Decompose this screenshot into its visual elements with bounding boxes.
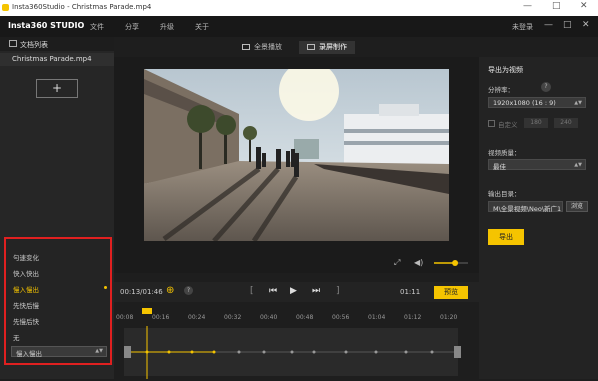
export-panel: 导出为视频 分辨率： ? 1920x1080 (16 : 9) ▲▼ 自定义 1… [479,57,598,379]
resolution-select[interactable]: 1920x1080 (16 : 9) ▲▼ [488,97,586,108]
app-brand: Insta360 STUDIO [8,21,85,30]
quality-value: 最佳 [493,163,506,171]
menu-file[interactable]: 文件 [90,22,104,32]
app-maximize-button[interactable]: □ [563,20,572,30]
export-button[interactable]: 导出 [488,229,524,245]
keyframe-track [124,324,461,379]
menu-upgrade[interactable]: 升级 [160,22,174,32]
menu-bar: Insta360 STUDIO 文件 分享 升级 关于 未登录 — □ ✕ [0,16,598,37]
mode-bar: 全景播放 录屏制作 [114,37,479,57]
ruler-tick: 00:56 [332,314,350,321]
resolution-label: 分辨率： [488,86,514,94]
play-icon[interactable]: ▶ [290,286,297,296]
ruler-tick: 00:24 [188,314,206,321]
video-frame-image [144,69,449,241]
select-arrow-icon: ▲▼ [574,100,582,106]
browse-button[interactable]: 浏览 [566,201,588,212]
ruler-tick: 01:20 [440,314,458,321]
transition-option[interactable]: 快入快出 [13,268,39,278]
selected-indicator-icon [104,286,107,289]
custom-width-input[interactable]: 180 [524,118,548,128]
file-list-title: 文档列表 [20,41,48,49]
mode-panorama-tab[interactable]: 全景播放 [242,41,282,54]
keyframe-target-icon[interactable]: ⊕ [166,285,174,296]
quality-select[interactable]: 最佳 ▲▼ [488,159,586,171]
timeline-track[interactable] [114,324,479,379]
bracket-right-icon[interactable]: ] [336,286,340,296]
close-button[interactable]: ✕ [580,1,588,11]
select-arrow-icon: ▲▼ [574,162,582,168]
view-controls: ⤢ ◀) [114,253,479,273]
window-title-bar: Insta360Studio - Christmas Parade.mp4 — … [0,0,598,16]
custom-height-input[interactable]: 240 [554,118,578,128]
output-dir-value: M\全景视频\Neo\新广1 [493,205,562,213]
resolution-help-icon[interactable]: ? [541,82,551,92]
maximize-button[interactable]: □ [552,1,561,11]
mode-export-label: 录屏制作 [319,43,347,51]
playhead-marker-icon[interactable] [142,308,152,314]
output-dir-label: 输出目录： [488,190,521,198]
ruler-tick: 00:16 [152,314,170,321]
video-preview[interactable] [144,69,449,241]
app-icon [2,4,9,11]
transition-option-selected[interactable]: 慢入慢出 [13,284,39,294]
transition-menu: 勻速变化 快入快出 慢入慢出 先快后慢 先慢后快 无 慢入慢出 ▲▼ [4,237,112,365]
select-arrow-icon: ▲▼ [95,348,103,354]
custom-checkbox[interactable] [488,120,495,127]
window-title: Insta360Studio - Christmas Parade.mp4 [12,3,152,11]
transition-option[interactable]: 先快后慢 [13,300,39,310]
track-start-handle[interactable] [124,346,131,358]
ruler-tick: 01:04 [368,314,386,321]
file-item[interactable]: Christmas Parade.mp4 [0,53,114,66]
file-list-header: 文档列表 [0,37,114,51]
current-time: 00:13/01:46 [120,288,163,296]
volume-icon[interactable]: ◀) [414,258,423,267]
export-panel-title: 导出为视频 [488,66,523,74]
quality-label: 视频质量： [488,149,521,157]
mode-export-tab[interactable]: 录屏制作 [299,41,355,54]
output-dir-input[interactable]: M\全景视频\Neo\新广1 [488,201,563,213]
transition-select[interactable]: 慢入慢出 ▲▼ [11,346,107,358]
transition-select-value: 慢入慢出 [16,350,42,358]
menu-about[interactable]: 关于 [195,22,209,32]
resolution-value: 1920x1080 (16 : 9) [493,99,556,107]
prev-icon[interactable]: ⏮ [269,286,277,296]
ruler-tick: 00:32 [224,314,242,321]
login-status[interactable]: 未登录 [512,22,533,32]
track-end-handle[interactable] [454,346,461,358]
fullscreen-icon[interactable]: ⤢ [394,258,400,268]
help-icon[interactable]: ? [184,286,193,295]
custom-label: 自定义 [498,121,518,129]
transition-option[interactable]: 勻速变化 [13,252,39,262]
timeline-ruler: 00:08 00:16 00:24 00:32 00:40 00:48 00:5… [114,308,479,326]
transition-option[interactable]: 先慢后快 [13,316,39,326]
monitor-icon [242,44,250,50]
add-file-button[interactable]: + [36,79,78,98]
volume-slider-knob[interactable] [452,260,459,266]
ruler-tick: 00:48 [296,314,314,321]
next-icon[interactable]: ⏭ [312,286,320,296]
end-time: 01:11 [400,288,421,296]
playback-bar: 00:13/01:46 ⊕ ? [ ⏮ ▶ ⏭ ] 01:11 预览 [114,282,479,302]
record-icon [307,44,315,50]
ruler-tick: 00:40 [260,314,278,321]
mode-panorama-label: 全景播放 [254,43,282,51]
app-minimize-button[interactable]: — [544,20,553,30]
app-close-button[interactable]: ✕ [582,20,590,30]
preview-button[interactable]: 预览 [434,286,468,299]
volume-slider[interactable] [432,259,470,267]
transition-option[interactable]: 无 [13,332,20,342]
menu-share[interactable]: 分享 [125,22,139,32]
minimize-button[interactable]: — [523,1,532,11]
file-list-icon [9,40,17,47]
ruler-tick: 00:08 [116,314,134,321]
bracket-left-icon[interactable]: [ [250,286,254,296]
ruler-tick: 01:12 [404,314,422,321]
file-item-name: Christmas Parade.mp4 [12,55,92,63]
